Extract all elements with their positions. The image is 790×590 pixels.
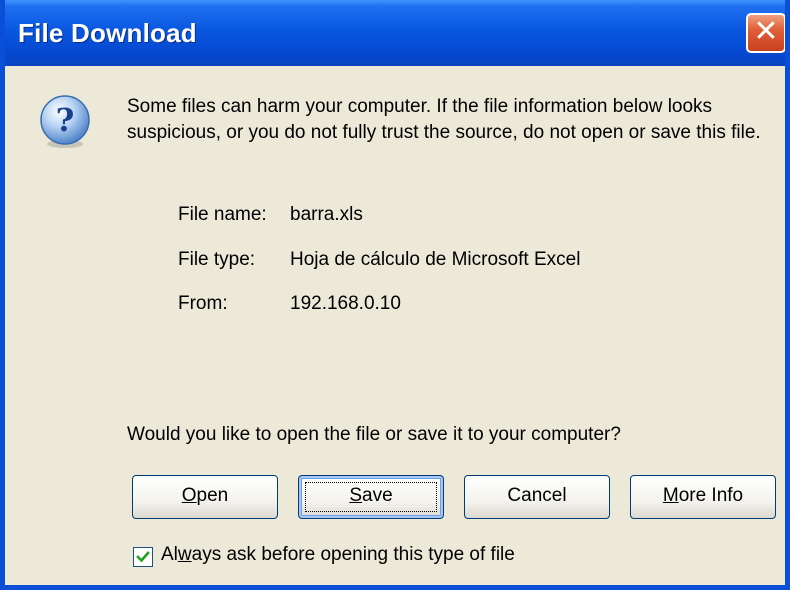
file-type-value: Hoja de cálculo de Microsoft Excel <box>290 249 581 270</box>
save-button-label: Save <box>349 485 393 506</box>
from-value: 192.168.0.10 <box>290 293 401 314</box>
save-button[interactable]: Save <box>298 475 444 519</box>
question-icon: ? <box>40 95 90 148</box>
file-name-label: File name: <box>178 204 267 225</box>
from-label: From: <box>178 293 228 314</box>
cancel-button-label: Cancel <box>507 485 567 506</box>
file-download-dialog: File Download ✕ ? Some files can harm yo… <box>0 0 790 590</box>
always-ask-label[interactable]: Always ask before opening this type of f… <box>161 544 515 566</box>
title-bar[interactable]: File Download ✕ <box>5 0 785 66</box>
file-type-label: File type: <box>178 249 256 270</box>
close-button[interactable]: ✕ <box>746 13 785 53</box>
file-name-value: barra.xls <box>290 204 363 225</box>
open-button[interactable]: Open <box>132 475 278 519</box>
more-info-button[interactable]: More Info <box>630 475 776 519</box>
window-title: File Download <box>18 18 197 48</box>
dialog-body: ? Some files can harm your computer. If … <box>5 66 785 585</box>
cancel-button[interactable]: Cancel <box>464 475 610 519</box>
question-text: Would you like to open the file or save … <box>127 424 621 445</box>
always-ask-checkbox[interactable] <box>133 547 153 567</box>
warning-text: Some files can harm your computer. If th… <box>127 96 761 143</box>
checkmark-icon <box>136 551 150 563</box>
open-button-label: Open <box>181 485 229 506</box>
svg-text:?: ? <box>56 101 75 139</box>
more-info-button-label: More Info <box>662 485 744 506</box>
